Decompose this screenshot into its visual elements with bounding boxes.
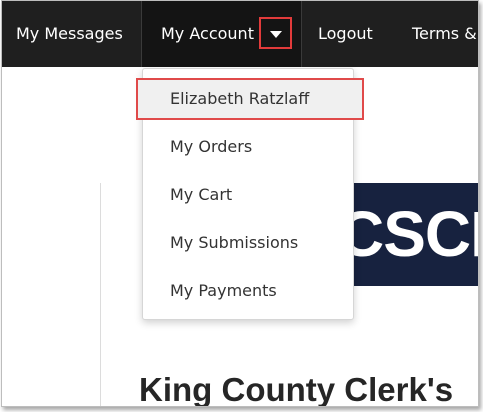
top-navbar: My Messages My Account Logout Terms & C xyxy=(2,1,478,67)
nav-my-messages[interactable]: My Messages xyxy=(16,1,123,67)
site-banner: CSCF xyxy=(332,183,478,286)
dropdown-item-my-submissions[interactable]: My Submissions xyxy=(143,223,353,263)
page-heading: King County Clerk's xyxy=(139,371,454,407)
account-dropdown-menu: Elizabeth Ratzlaff My Orders My Cart My … xyxy=(136,68,364,320)
dropdown-item-user-name[interactable]: Elizabeth Ratzlaff xyxy=(136,78,364,120)
dropdown-item-my-payments[interactable]: My Payments xyxy=(143,271,353,311)
nav-logout[interactable]: Logout xyxy=(318,1,373,67)
dropdown-item-my-cart[interactable]: My Cart xyxy=(143,175,353,215)
caret-down-icon[interactable] xyxy=(270,31,282,38)
nav-terms[interactable]: Terms & C xyxy=(412,1,478,67)
browser-viewport: My Messages My Account Logout Terms & C … xyxy=(1,0,479,407)
nav-my-account-label[interactable]: My Account xyxy=(161,1,254,67)
account-dropdown-toggle[interactable] xyxy=(259,17,292,49)
nav-my-account[interactable]: My Account xyxy=(141,1,302,67)
banner-text: CSCF xyxy=(338,198,478,270)
content-divider xyxy=(100,183,101,406)
dropdown-item-my-orders[interactable]: My Orders xyxy=(143,127,353,167)
